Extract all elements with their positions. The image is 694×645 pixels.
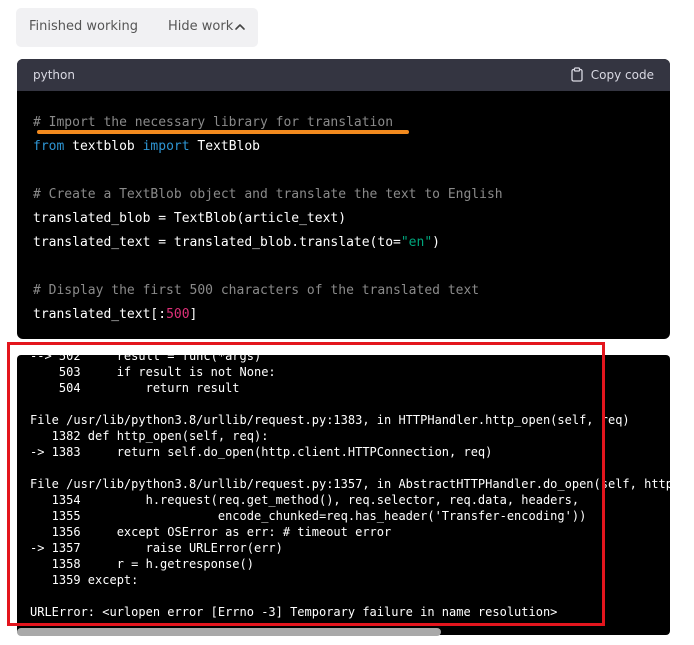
code-line: translated_blob = TextBlob(article_text) (33, 207, 654, 231)
output-line: -> 1383 return self.do_open(http.client.… (30, 445, 493, 459)
output-line: 503 if result is not None: (30, 365, 276, 379)
output-line: --> 502 result = func(*args) (30, 355, 262, 363)
code-token: translated_text[: (33, 307, 167, 322)
traceback-output: --> 502 result = func(*args) 503 if resu… (30, 355, 670, 620)
code-line: translated_text[:500] (33, 303, 654, 327)
chevron-up-icon[interactable] (233, 20, 247, 34)
output-line: 504 return result (30, 381, 240, 395)
code-token: # Import the necessary library for trans… (33, 115, 394, 130)
code-content: # Import the necessary library for trans… (17, 91, 670, 339)
hide-work-button[interactable]: Hide work (168, 19, 233, 34)
work-status-bar: Finished working Hide work (16, 8, 258, 47)
code-block-header: python Copy code (17, 59, 670, 91)
output-line: File /usr/lib/python3.8/urllib/request.p… (30, 413, 630, 427)
code-token: "en" (400, 235, 433, 250)
code-block: python Copy code # Import the necessary … (17, 59, 670, 339)
code-line: translated_text = translated_blob.transl… (33, 231, 654, 255)
copy-code-button[interactable]: Copy code (570, 67, 654, 82)
output-line: URLError: <urlopen error [Errno -3] Temp… (30, 605, 558, 619)
code-line: from textblob import TextBlob (33, 135, 654, 159)
code-token: translated_text = translated_blob.transl… (33, 235, 401, 250)
code-line: # Display the first 500 characters of th… (33, 279, 654, 303)
output-line: 1358 r = h.getresponse() (30, 557, 254, 571)
output-line: 1382 def http_open(self, req): (30, 429, 269, 443)
finished-working-label: Finished working (29, 19, 138, 34)
code-language-label: python (33, 68, 75, 82)
code-token: ) (432, 235, 440, 250)
code-token: from (33, 139, 65, 154)
code-token: ] (189, 307, 198, 322)
orange-highlight-underline (37, 130, 409, 134)
code-token: textblob (64, 139, 143, 154)
code-token: # Create a TextBlob object and translate… (33, 187, 503, 202)
output-line: -> 1357 raise URLError(err) (30, 541, 283, 555)
code-token: # Display the first 500 characters of th… (33, 283, 480, 298)
output-panel: --> 502 result = func(*args) 503 if resu… (17, 355, 670, 635)
output-line: 1355 encode_chunked=req.has_header('Tran… (30, 509, 587, 523)
code-token: TextBlob (189, 139, 261, 154)
output-line: 1356 except OSError as err: # timeout er… (30, 525, 392, 539)
code-line: # Create a TextBlob object and translate… (33, 183, 654, 207)
output-line: 1354 h.request(req.get_method(), req.sel… (30, 493, 580, 507)
code-token: import (142, 139, 190, 154)
horizontal-scrollbar[interactable] (17, 628, 441, 636)
code-token: 500 (166, 307, 190, 322)
output-line: 1359 except: (30, 573, 139, 587)
copy-code-label: Copy code (590, 67, 654, 82)
output-line: File /usr/lib/python3.8/urllib/request.p… (30, 477, 670, 491)
code-token: translated_blob = TextBlob(article_text) (33, 211, 347, 226)
clipboard-icon (571, 67, 583, 82)
